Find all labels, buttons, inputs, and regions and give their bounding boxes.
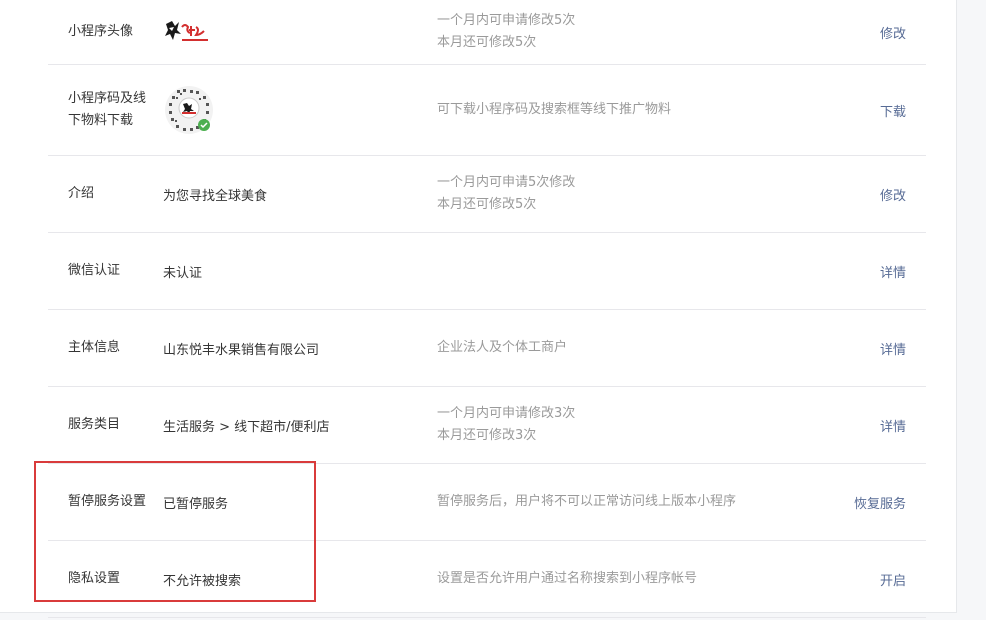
row-value: 山东悦丰水果销售有限公司 — [163, 342, 320, 358]
row-qrcode: 小程序码及线下物料下载 可下载小程序码及搜索框等线下推广物料 下载 — [48, 65, 926, 156]
row-desc: 可下载小程序码及搜索框等线下推广物料 — [437, 65, 817, 155]
row-intro: 介绍 为您寻找全球美食 一个月内可申请5次修改 本月还可修改5次 修改 — [48, 156, 926, 233]
avatar-logo-icon — [165, 21, 208, 41]
qrcode-icon — [165, 86, 213, 134]
row-action: 详情 — [796, 387, 906, 463]
row-label: 小程序头像 — [68, 24, 134, 39]
row-value: 不允许被搜索 — [163, 573, 242, 589]
desc-line: 本月还可修改5次 — [437, 197, 537, 212]
row-label: 小程序码及线下物料下载 — [68, 91, 147, 128]
desc-line: 可下载小程序码及搜索框等线下推广物料 — [437, 102, 672, 117]
resume-service-link[interactable]: 恢复服务 — [854, 493, 906, 512]
enable-search-link[interactable]: 开启 — [880, 570, 906, 589]
category-details-link[interactable]: 详情 — [880, 416, 906, 435]
row-entity-info: 主体信息 山东悦丰水果销售有限公司 企业法人及个体工商户 详情 — [48, 310, 926, 387]
row-desc — [437, 233, 817, 309]
modify-intro-link[interactable]: 修改 — [880, 185, 906, 204]
desc-line: 设置是否允许用户通过名称搜索到小程序帐号 — [437, 571, 698, 586]
row-desc: 暂停服务后，用户将不可以正常访问线上版本小程序 — [437, 464, 817, 540]
row-desc: 企业法人及个体工商户 — [437, 310, 817, 386]
desc-line: 本月还可修改5次 — [437, 35, 537, 50]
desc-line: 一个月内可申请修改3次 — [437, 406, 576, 421]
row-value — [163, 0, 423, 64]
row-service-category: 服务类目 生活服务 > 线下超市/便利店 一个月内可申请修改3次 本月还可修改3… — [48, 387, 926, 464]
row-value: 为您寻找全球美食 — [163, 188, 268, 204]
desc-line: 企业法人及个体工商户 — [437, 340, 568, 355]
download-link[interactable]: 下载 — [880, 101, 906, 120]
page: 小程序头像 一个月内可申请修改5次 本月还可修改5次 修改 小程序码及线下物料下… — [0, 0, 986, 620]
row-action: 开启 — [796, 541, 906, 617]
row-wechat-verify: 微信认证 未认证 详情 — [48, 233, 926, 310]
entity-details-link[interactable]: 详情 — [880, 339, 906, 358]
desc-line: 暂停服务后，用户将不可以正常访问线上版本小程序 — [437, 494, 737, 509]
row-label: 隐私设置 — [68, 571, 121, 586]
row-action: 详情 — [796, 310, 906, 386]
row-value — [163, 65, 423, 155]
row-label: 暂停服务设置 — [68, 494, 147, 509]
row-desc: 设置是否允许用户通过名称搜索到小程序帐号 — [437, 541, 817, 617]
row-desc: 一个月内可申请修改3次 本月还可修改3次 — [437, 387, 817, 463]
row-value: 未认证 — [163, 265, 203, 281]
row-privacy: 隐私设置 不允许被搜索 设置是否允许用户通过名称搜索到小程序帐号 开启 — [48, 541, 926, 618]
row-action: 详情 — [796, 233, 906, 309]
row-pause-service: 暂停服务设置 已暂停服务 暂停服务后，用户将不可以正常访问线上版本小程序 恢复服… — [48, 464, 926, 541]
row-label: 主体信息 — [68, 340, 121, 355]
row-action: 下载 — [796, 65, 906, 155]
row-action: 恢复服务 — [796, 464, 906, 540]
verify-details-link[interactable]: 详情 — [880, 262, 906, 281]
modify-avatar-link[interactable]: 修改 — [880, 23, 906, 42]
row-label: 服务类目 — [68, 417, 121, 432]
row-value: 已暂停服务 — [163, 496, 229, 512]
settings-panel: 小程序头像 一个月内可申请修改5次 本月还可修改5次 修改 小程序码及线下物料下… — [0, 0, 957, 618]
row-action: 修改 — [796, 156, 906, 232]
row-action: 修改 — [796, 0, 906, 64]
row-desc: 一个月内可申请修改5次 本月还可修改5次 — [437, 0, 817, 64]
row-value: 生活服务 > 线下超市/便利店 — [163, 419, 330, 435]
row-desc: 一个月内可申请5次修改 本月还可修改5次 — [437, 156, 817, 232]
desc-line: 一个月内可申请5次修改 — [437, 175, 576, 190]
row-avatar: 小程序头像 一个月内可申请修改5次 本月还可修改5次 修改 — [48, 0, 926, 65]
desc-line: 本月还可修改3次 — [437, 428, 537, 443]
row-label: 介绍 — [68, 186, 95, 201]
row-label: 微信认证 — [68, 263, 121, 278]
desc-line: 一个月内可申请修改5次 — [437, 13, 576, 28]
settings-table: 小程序头像 一个月内可申请修改5次 本月还可修改5次 修改 小程序码及线下物料下… — [48, 0, 926, 618]
